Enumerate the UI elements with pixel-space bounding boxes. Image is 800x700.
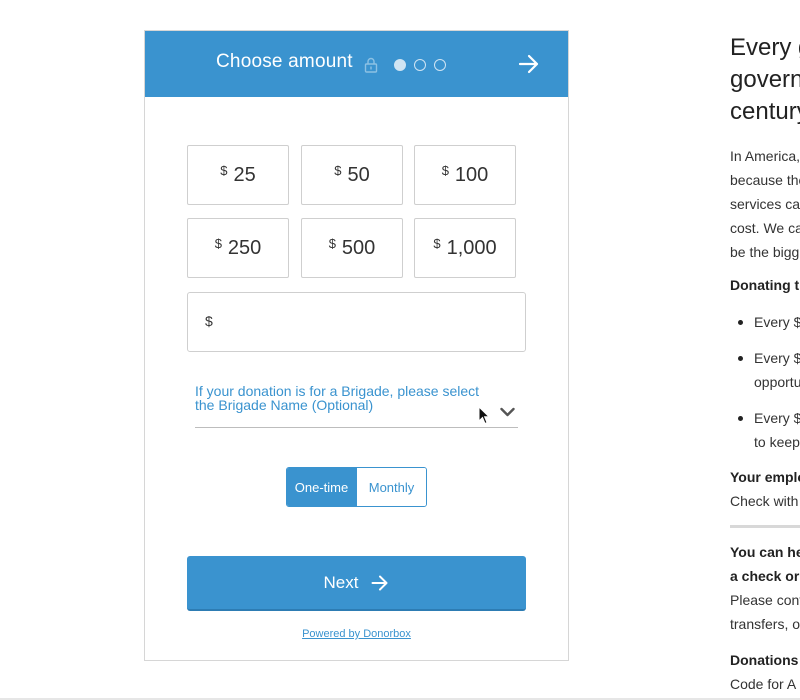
paragraph-line: services ca (730, 196, 800, 212)
custom-amount-input[interactable] (222, 305, 512, 339)
help-text-line-2: transfers, o (730, 616, 800, 632)
bullet-marker (738, 320, 743, 325)
currency-symbol: $ (433, 235, 441, 251)
currency-symbol: $ (334, 162, 342, 178)
arrow-right-icon (371, 575, 388, 590)
employer-heading: Your emplo (730, 469, 800, 485)
article-paragraph: In America, because the services ca cost… (730, 144, 800, 264)
help-text-line-1: Please cont (730, 592, 800, 608)
header-title: Choose amount (216, 51, 353, 72)
bullet-line: opportu (754, 374, 800, 390)
step-indicator-1 (394, 59, 406, 71)
currency-symbol: $ (205, 313, 213, 329)
brigade-label-line-2: the Brigade Name (Optional) (195, 397, 374, 413)
bullet-line: to keep (754, 434, 800, 450)
employer-text: Check with (730, 493, 799, 509)
bullet-line: Every $ (754, 314, 800, 330)
amount-value: 250 (227, 236, 262, 259)
amount-value: 100 (454, 163, 489, 186)
heading-line: governm (730, 66, 800, 93)
amount-value: 500 (341, 236, 376, 259)
bullet-line: Every $ (754, 410, 800, 426)
paragraph-line: be the bigg (730, 244, 800, 260)
one-time-option[interactable]: One-time (287, 468, 356, 506)
amount-value: 1,000 (446, 236, 497, 259)
paragraph-line: cost. We ca (730, 220, 800, 236)
next-button-label: Next (323, 572, 359, 592)
brigade-select[interactable]: If your donation is for a Brigade, pleas… (195, 384, 518, 428)
step-indicator-2 (414, 59, 426, 71)
help-heading-line-2: a check or (730, 568, 800, 584)
donations-heading: Donations (730, 652, 799, 668)
monthly-option[interactable]: Monthly (356, 468, 426, 506)
heading-line: Every g (730, 34, 800, 61)
bullet-marker (738, 416, 743, 421)
donations-text: Code for A (730, 676, 797, 692)
next-button[interactable]: Next (187, 556, 526, 611)
article-heading: Every g governm century (730, 32, 800, 128)
step-indicator-3 (434, 59, 446, 71)
amount-option-100[interactable]: $ 100 (414, 145, 516, 205)
paragraph-line: because the (730, 172, 800, 188)
paragraph-line: In America, (730, 148, 800, 164)
chevron-down-icon[interactable] (500, 407, 515, 417)
frequency-toggle: One-time Monthly (286, 467, 427, 507)
lock-icon (364, 57, 378, 73)
currency-symbol: $ (441, 162, 449, 178)
amount-value: 25 (233, 163, 256, 186)
custom-amount-field[interactable]: $ (187, 292, 526, 352)
heading-line: century (730, 98, 800, 125)
amount-option-1000[interactable]: $ 1,000 (414, 218, 516, 278)
currency-symbol: $ (220, 162, 228, 178)
amount-option-25[interactable]: $ 25 (187, 145, 289, 205)
bullet-line: Every $ (754, 350, 800, 366)
brigade-label-line-1: If your donation is for a Brigade, pleas… (195, 383, 480, 399)
amount-value: 50 (347, 163, 370, 186)
amount-option-250[interactable]: $ 250 (187, 218, 289, 278)
widget-header: Choose amount (145, 31, 568, 97)
amount-option-50[interactable]: $ 50 (301, 145, 403, 205)
donation-widget: Choose amount $ 25 $ 50 $ 100 $ 250 $ 50… (144, 30, 569, 661)
powered-by-link[interactable]: Powered by Donorbox (145, 628, 568, 640)
bullet-marker (738, 356, 743, 361)
amount-option-500[interactable]: $ 500 (301, 218, 403, 278)
donating-heading: Donating t (730, 277, 800, 293)
currency-symbol: $ (214, 235, 222, 251)
brigade-select-label: If your donation is for a Brigade, pleas… (195, 384, 500, 412)
article-panel: Every g governm century In America, beca… (730, 0, 800, 700)
currency-symbol: $ (328, 235, 336, 251)
arrow-right-icon[interactable] (518, 54, 540, 74)
divider (730, 525, 800, 528)
help-heading-line-1: You can he (730, 544, 800, 560)
